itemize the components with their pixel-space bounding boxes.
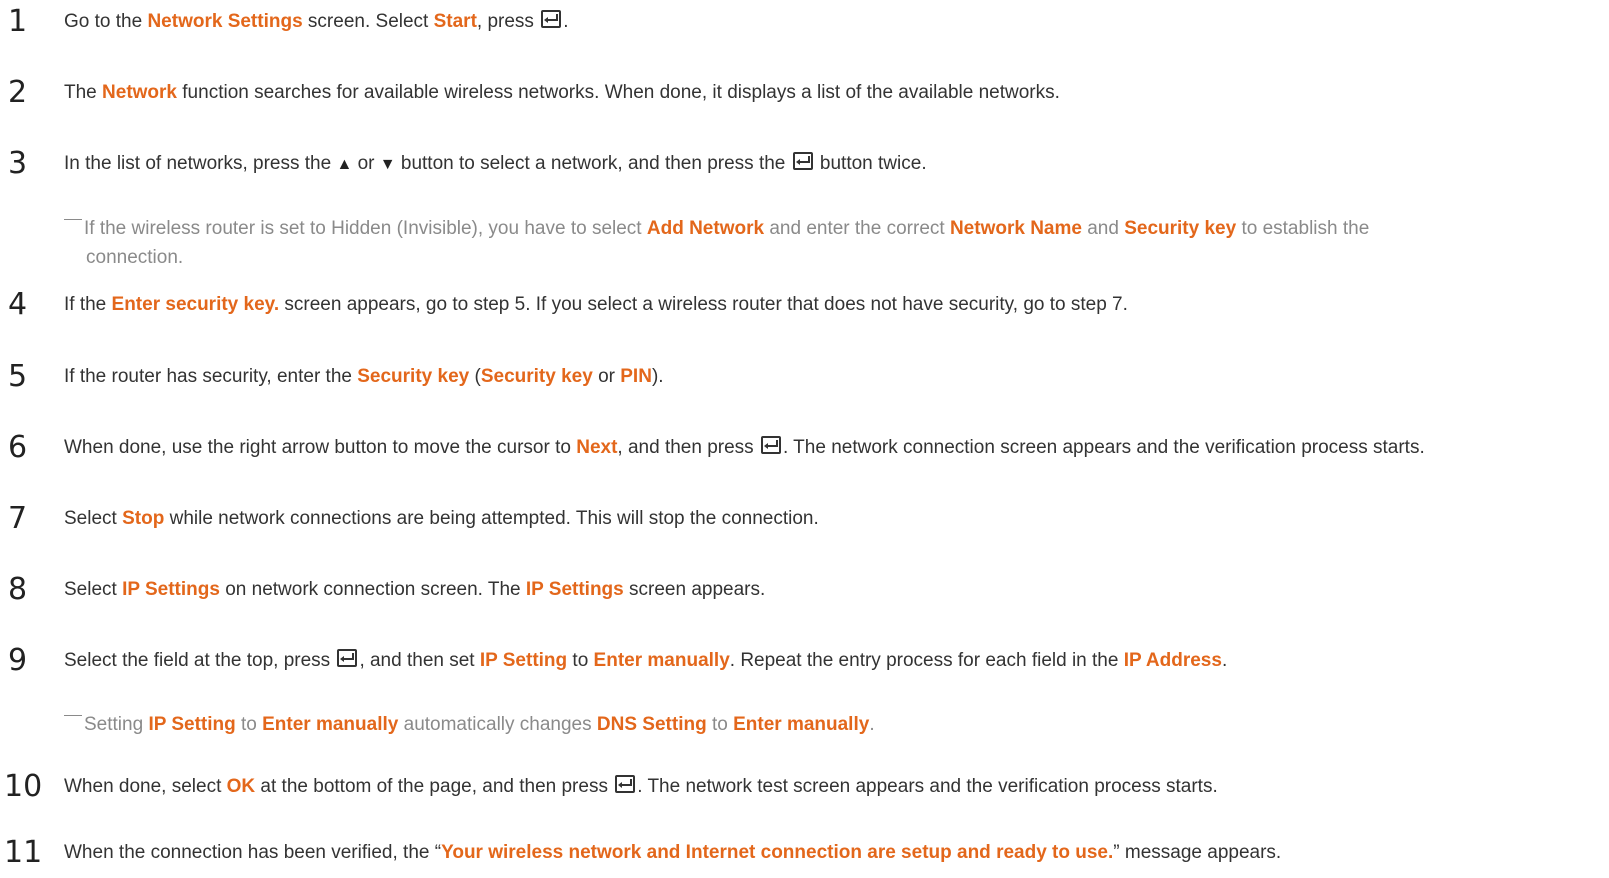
term-network-settings: Network Settings <box>147 11 303 32</box>
step-number: 10 <box>4 769 43 804</box>
step-text: If the Enter security key. screen appear… <box>64 294 1128 315</box>
step-text: Go to the Network Settings screen. Selec… <box>64 10 569 32</box>
term-ip-address: IP Address <box>1123 650 1222 671</box>
enter-key-icon <box>760 436 781 454</box>
term-ip-settings: IP Settings <box>525 579 624 600</box>
term-dns-setting: DNS Setting <box>596 714 707 735</box>
note-dash <box>64 219 82 220</box>
term-security-key: Security key <box>357 366 470 387</box>
step-text: When the connection has been verified, t… <box>64 842 1282 863</box>
step-9: 9 Select the field at the top, press , a… <box>0 641 1609 681</box>
step-text: If the router has security, enter the Se… <box>64 366 664 387</box>
term-ip-settings: IP Settings <box>122 579 220 600</box>
step-number: 9 <box>8 643 28 678</box>
step-number: 2 <box>8 75 28 110</box>
step-7: 7 Select Stop while network connections … <box>0 499 1609 539</box>
term-network-name: Network Name <box>949 218 1082 239</box>
step-number: 4 <box>8 287 28 322</box>
term-network: Network <box>102 82 177 103</box>
step-4: 4 If the Enter security key. screen appe… <box>0 285 1609 325</box>
step-number: 7 <box>8 501 28 536</box>
term-security-key: Security key <box>480 366 593 387</box>
term-pin: PIN <box>620 366 652 387</box>
step-number: 6 <box>8 430 28 465</box>
step-number: 8 <box>8 572 28 607</box>
step-text: When done, select OK at the bottom of th… <box>64 775 1218 797</box>
step-text: When done, use the right arrow button to… <box>64 436 1425 458</box>
step-10: 10 When done, select OK at the bottom of… <box>0 767 1609 807</box>
term-add-network: Add Network <box>646 218 765 239</box>
step-11: 11 When the connection has been verified… <box>0 833 1609 873</box>
step-3: 3 In the list of networks, press the ▲ o… <box>0 144 1609 184</box>
term-next: Next <box>576 437 618 458</box>
step-text: In the list of networks, press the ▲ or … <box>64 152 927 174</box>
step-number: 11 <box>4 835 43 870</box>
step-6: 6 When done, use the right arrow button … <box>0 428 1609 468</box>
term-ip-setting: IP Setting <box>479 650 568 671</box>
enter-key-icon <box>337 649 358 667</box>
note-hidden-router: If the wireless router is set to Hidden … <box>64 214 1544 272</box>
note-ip-setting: Setting IP Setting to Enter manually aut… <box>64 710 1544 739</box>
enter-key-icon <box>792 152 813 170</box>
step-number: 5 <box>8 359 28 394</box>
term-enter-manually: Enter manually <box>593 650 730 671</box>
down-arrow-icon: ▼ <box>379 156 396 173</box>
step-text: The Network function searches for availa… <box>64 82 1060 103</box>
step-number: 1 <box>8 4 28 39</box>
step-1: 1 Go to the Network Settings screen. Sel… <box>0 2 1609 42</box>
step-text: Select the field at the top, press , and… <box>64 649 1228 671</box>
term-security-key: Security key <box>1124 218 1237 239</box>
term-ok: OK <box>226 776 256 797</box>
term-start: Start <box>433 11 477 32</box>
term-ready-message: Your wireless network and Internet conne… <box>441 842 1114 863</box>
enter-key-icon <box>615 775 636 793</box>
step-text: Select Stop while network connections ar… <box>64 508 819 529</box>
term-enter-manually: Enter manually <box>733 714 870 735</box>
step-number: 3 <box>8 146 28 181</box>
term-stop: Stop <box>122 508 165 529</box>
step-8: 8 Select IP Settings on network connecti… <box>0 570 1609 610</box>
step-5: 5 If the router has security, enter the … <box>0 357 1609 397</box>
enter-key-icon <box>541 10 562 28</box>
term-enter-security-key: Enter security key. <box>111 294 280 315</box>
term-enter-manually: Enter manually <box>262 714 399 735</box>
step-2: 2 The Network function searches for avai… <box>0 73 1609 113</box>
up-arrow-icon: ▲ <box>336 156 353 173</box>
note-dash <box>64 715 82 716</box>
term-ip-setting: IP Setting <box>148 714 236 735</box>
step-text: Select IP Settings on network connection… <box>64 579 766 600</box>
